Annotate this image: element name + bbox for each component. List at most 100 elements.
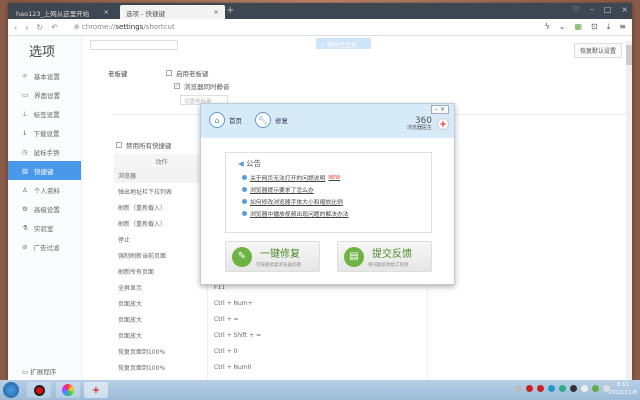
key-cell[interactable]: Ctrl + = xyxy=(214,316,239,323)
reset-defaults-button[interactable]: 恢复默认设置 xyxy=(573,43,622,58)
action-cell: 全屏显示 xyxy=(118,284,143,292)
table-row[interactable]: 页面放大 Ctrl + Shift + = xyxy=(114,327,314,343)
skin-icon[interactable]: ♡ xyxy=(573,5,580,14)
enable-boss-key-checkbox[interactable]: 启用老板键 xyxy=(166,68,209,78)
table-row[interactable]: 页面放大 Ctrl + Num+ xyxy=(114,295,314,311)
user-icon: ♙ xyxy=(22,185,28,194)
popup-nav-repair[interactable]: 🔧︎ 修复 xyxy=(255,112,288,128)
taskbar-app-doctor[interactable]: + xyxy=(84,382,108,398)
sidebar: 选项 ☼ 基本设置 ▭ 界面设置 ⊥ 标签设置 ↓ 下载设置 ◷ 鼠标手势 ▥ 快捷键 ♙ 个… xyxy=(8,36,82,380)
notice-link[interactable]: 浏览器中播放视频出现问题的解决办法 xyxy=(242,209,349,218)
table-row[interactable]: 页面放大 Ctrl + = xyxy=(114,311,314,327)
key-cell[interactable]: Ctrl + 0 xyxy=(214,348,237,355)
label: 界面设置 xyxy=(34,91,61,100)
back-icon[interactable]: ‹ xyxy=(14,23,17,32)
browser-window: hao123_上网从这里开始 × 选项 - 快捷键 × + ♡ – □ × ‹ › ↻ ↶ ⊕ … xyxy=(8,3,632,380)
settings-search-input[interactable] xyxy=(90,40,178,50)
block-icon: ⊘ xyxy=(22,242,28,251)
notice-title: 公告 xyxy=(246,159,262,168)
window-icon: ▭ xyxy=(22,90,29,99)
reload-icon[interactable]: ↻ xyxy=(36,23,43,32)
sidebar-item-shortcuts[interactable]: ▥ 快捷键 xyxy=(8,161,81,180)
sidebar-item-advanced[interactable]: ⚙ 高级设置 xyxy=(8,199,81,218)
action-cell: 停止 xyxy=(118,236,131,244)
download-icon[interactable]: ⤓ xyxy=(607,22,611,32)
label: 首页 xyxy=(229,117,242,125)
taskbar-app-record[interactable] xyxy=(27,382,51,398)
label: 快捷键 xyxy=(34,167,54,176)
notice-link[interactable]: 关于网页无法打开的问题说明 NEW xyxy=(242,173,340,182)
key-cell[interactable]: Ctrl + Num+ xyxy=(214,300,253,307)
screenshot-icon[interactable]: ⊡ xyxy=(591,22,598,32)
action-cell: 页面放大 xyxy=(118,332,143,340)
speaker-icon: ◀︎ xyxy=(238,159,244,168)
key-cell[interactable]: Ctrl + Num0 xyxy=(214,364,251,371)
sidebar-item-lab[interactable]: ⚗ 实验室 xyxy=(8,218,81,237)
chart-icon: ▥ xyxy=(22,166,29,175)
tab-settings[interactable]: 选项 - 快捷键 × xyxy=(120,5,225,19)
key-cell[interactable]: Ctrl + Shift + = xyxy=(214,332,261,339)
download-icon: ↓ xyxy=(22,128,28,137)
table-row[interactable]: 恢复页面到100% Ctrl + 0 xyxy=(114,343,314,359)
sidebar-item-interface[interactable]: ▭ 界面设置 xyxy=(8,85,81,104)
extension-icon: ▭ xyxy=(22,368,31,376)
popup-window-controls[interactable]: – × xyxy=(431,105,449,114)
new-tab-button[interactable]: + xyxy=(226,5,234,16)
sidebar-item-adblock[interactable]: ⊘ 广告过滤 xyxy=(8,237,81,256)
label: 标签设置 xyxy=(33,110,60,119)
sidebar-item-download[interactable]: ↓ 下载设置 xyxy=(8,123,81,142)
menu-icon[interactable]: ≡ xyxy=(619,22,626,32)
close-tab-icon[interactable]: × xyxy=(214,8,219,16)
label: 鼠标手势 xyxy=(33,148,60,157)
apps-icon[interactable]: ▦ xyxy=(574,22,582,32)
tab-hao123[interactable]: hao123_上网从这里开始 × xyxy=(10,5,115,19)
notice-link[interactable]: 浏览器提示要求了怎么办 xyxy=(242,185,314,194)
system-tray xyxy=(515,385,610,392)
label: 一键修复 xyxy=(260,249,300,260)
flask-icon: ⚗ xyxy=(22,223,28,232)
clock[interactable]: 8:11 2022/11/8 xyxy=(609,381,637,397)
mute-checkbox[interactable]: ✓ 浏览器同时静音 xyxy=(174,81,230,91)
action-cell: 恢复页面到100% xyxy=(118,348,166,356)
maximize-button[interactable]: □ xyxy=(604,5,612,14)
home-icon: ⌂ xyxy=(209,112,225,128)
one-click-repair-button[interactable]: ✎ 一键修复 可快速修复浏览器问题 xyxy=(225,241,320,272)
action-cell: 页面放大 xyxy=(118,316,143,324)
sidebar-item-basic[interactable]: ☼ 基本设置 xyxy=(8,66,81,85)
action-cell: 恢复页面到100% xyxy=(118,364,166,372)
action-cell: 浏览器 xyxy=(118,172,137,180)
address-bar: ‹ › ↻ ↶ ⊕ chrome://settings/shortcut ϟ ⌄ ▦ ⊡ ⤓ ≡ xyxy=(8,19,632,36)
notice-link[interactable]: 如何修改浏览器字体大小和缩放比例 xyxy=(242,197,343,206)
start-button[interactable] xyxy=(3,382,19,398)
scrollbar[interactable] xyxy=(626,41,632,380)
browser-doctor-dialog: ⌂ 首页 🔧︎ 修复 – × 360 浏览器医生 + ◀︎ 公告 关于网页无法打开的问… xyxy=(200,103,455,285)
undo-icon[interactable]: ↶ xyxy=(51,23,58,32)
label: 提交反馈 xyxy=(372,249,412,260)
action-cell: 刷新（重新载入） xyxy=(118,220,167,228)
disable-all-shortcuts-checkbox[interactable]: 禁用所有快捷键 xyxy=(116,140,172,150)
popup-nav-home[interactable]: ⌂ 首页 xyxy=(209,112,242,128)
minimize-button[interactable]: – xyxy=(590,5,594,14)
sidebar-item-tabs[interactable]: ⊥ 标签设置 xyxy=(8,104,81,123)
taskbar-app-browser[interactable] xyxy=(56,382,80,398)
action-cell: 刷新（重新载入） xyxy=(118,204,167,212)
url-field[interactable]: ⊕ chrome://settings/shortcut xyxy=(74,23,175,31)
table-row[interactable]: 恢复页面到100% Ctrl + Num0 xyxy=(114,359,314,375)
lightning-icon[interactable]: ϟ xyxy=(545,22,550,32)
chevron-down-icon[interactable]: ⌄ xyxy=(559,22,566,32)
tab-icon: ⊥ xyxy=(22,109,28,118)
sidebar-item-gestures[interactable]: ◷ 鼠标手势 xyxy=(8,142,81,161)
label: 扩展程序 xyxy=(30,368,57,376)
page-title: 选项 xyxy=(29,45,56,60)
sublabel: 将问题反馈给工程师 xyxy=(368,263,409,268)
sidebar-item-extensions[interactable]: ▭ 扩展程序 xyxy=(22,366,56,376)
chat-icon: ▤ xyxy=(344,247,364,267)
notice-panel: ◀︎ 公告 关于网页无法打开的问题说明 NEW 浏览器提示要求了怎么办 如何修改浏… xyxy=(225,152,432,233)
action-cell: 弹出地址栏下拉列表 xyxy=(118,188,173,196)
close-button[interactable]: × xyxy=(621,5,628,14)
forward-icon[interactable]: › xyxy=(25,23,28,32)
close-tab-icon[interactable]: × xyxy=(104,8,109,16)
label: 浏览器同时静音 xyxy=(184,83,230,91)
sidebar-item-profile[interactable]: ♙ 个人资料 xyxy=(8,180,81,199)
submit-feedback-button[interactable]: ▤ 提交反馈将问题反馈给工程师 xyxy=(337,241,432,272)
